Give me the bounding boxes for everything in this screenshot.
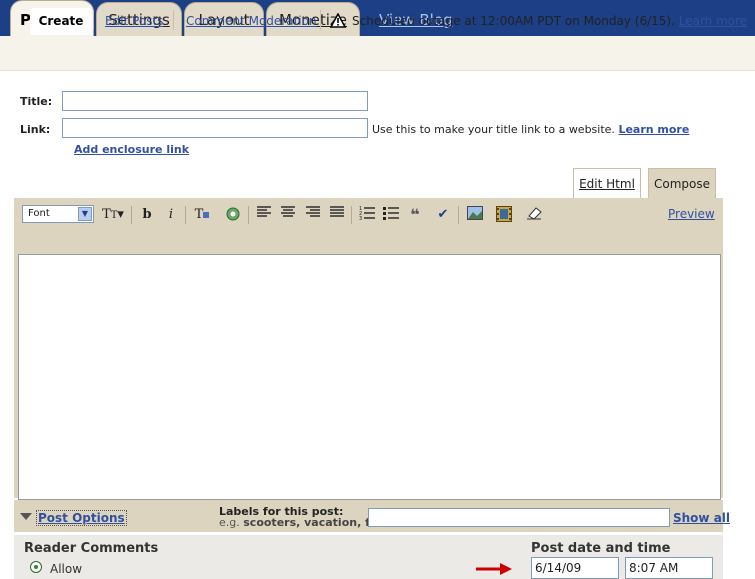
sub-tab-bar	[0, 36, 755, 71]
numbered-list-icon[interactable]: 123	[358, 206, 376, 224]
outage-notice: Scheduled outage at 12:00AM PDT on Monda…	[329, 12, 747, 28]
link-hint: Use this to make your title link to a we…	[372, 123, 689, 136]
italic-icon[interactable]: i	[162, 206, 180, 224]
link-input[interactable]	[62, 118, 368, 138]
add-enclosure-link[interactable]: Add enclosure link	[74, 143, 189, 156]
align-right-icon[interactable]	[304, 206, 322, 224]
radio-dot-icon	[34, 565, 38, 569]
allow-radio[interactable]	[30, 561, 42, 573]
bullet-list-icon[interactable]	[382, 206, 400, 224]
svg-text:3: 3	[359, 216, 362, 220]
eraser-icon[interactable]	[526, 206, 544, 224]
triangle-down-icon[interactable]	[20, 513, 32, 520]
outage-text: Scheduled outage at 12:00AM PDT on Monda…	[352, 14, 675, 28]
labels-example: e.g. scooters, vacation, fall	[219, 516, 385, 529]
post-date-title: Post date and time	[531, 541, 671, 556]
divider	[248, 206, 249, 224]
text-size-icon[interactable]: TT▾	[100, 206, 126, 224]
preview-link[interactable]: Preview	[668, 207, 715, 221]
blockquote-icon[interactable]: ❝	[406, 206, 424, 224]
divider	[351, 206, 352, 224]
warning-icon	[329, 12, 347, 28]
tab-edit-html-label: Edit Html	[579, 177, 635, 191]
post-options-link[interactable]: Post Options	[36, 510, 127, 526]
subtab-edit-posts[interactable]: Edit Posts	[105, 8, 163, 34]
title-label: Title:	[20, 95, 53, 108]
post-date-input[interactable]: 6/14/09	[531, 557, 619, 579]
align-left-icon[interactable]	[255, 206, 273, 224]
link-icon[interactable]	[224, 206, 242, 224]
labels-example-prefix: e.g.	[219, 516, 240, 529]
post-body-editor[interactable]	[18, 254, 721, 500]
divider	[173, 10, 174, 30]
labels-input[interactable]	[368, 508, 670, 527]
allow-label: Allow	[50, 562, 83, 576]
font-select-value: Font	[28, 208, 50, 219]
link-learn-more[interactable]: Learn more	[618, 123, 689, 136]
show-all-labels-link[interactable]: Show all	[673, 511, 730, 525]
arrow-right-icon	[476, 563, 512, 575]
text-color-icon[interactable]: T	[193, 206, 211, 224]
labels-example-text: scooters, vacation, fall	[243, 516, 385, 529]
justify-icon[interactable]	[328, 206, 346, 224]
subtab-create[interactable]: Create	[30, 8, 92, 35]
chevron-down-icon: ▼	[78, 207, 92, 221]
outage-learn-more-link[interactable]: Learn more	[679, 14, 747, 28]
divider	[320, 10, 321, 30]
bold-icon[interactable]: b	[138, 206, 156, 224]
video-icon[interactable]	[495, 206, 513, 224]
link-label: Link:	[20, 123, 51, 136]
image-icon[interactable]	[466, 206, 484, 224]
reader-comments-title: Reader Comments	[24, 541, 159, 556]
post-time-input[interactable]: 8:07 AM	[625, 557, 713, 579]
divider	[93, 10, 94, 30]
tab-edit-html[interactable]: Edit Html	[573, 168, 641, 198]
divider	[131, 206, 132, 224]
spellcheck-icon[interactable]: ✔	[434, 206, 452, 224]
divider	[185, 206, 186, 224]
font-select[interactable]: Font ▼	[22, 205, 94, 223]
divider	[458, 206, 459, 224]
tab-compose[interactable]: Compose	[648, 168, 716, 198]
subtab-comment-moderation[interactable]: Comment Moderation	[186, 8, 317, 34]
title-input[interactable]	[62, 91, 368, 111]
align-center-icon[interactable]	[279, 206, 297, 224]
link-hint-text: Use this to make your title link to a we…	[372, 123, 615, 136]
